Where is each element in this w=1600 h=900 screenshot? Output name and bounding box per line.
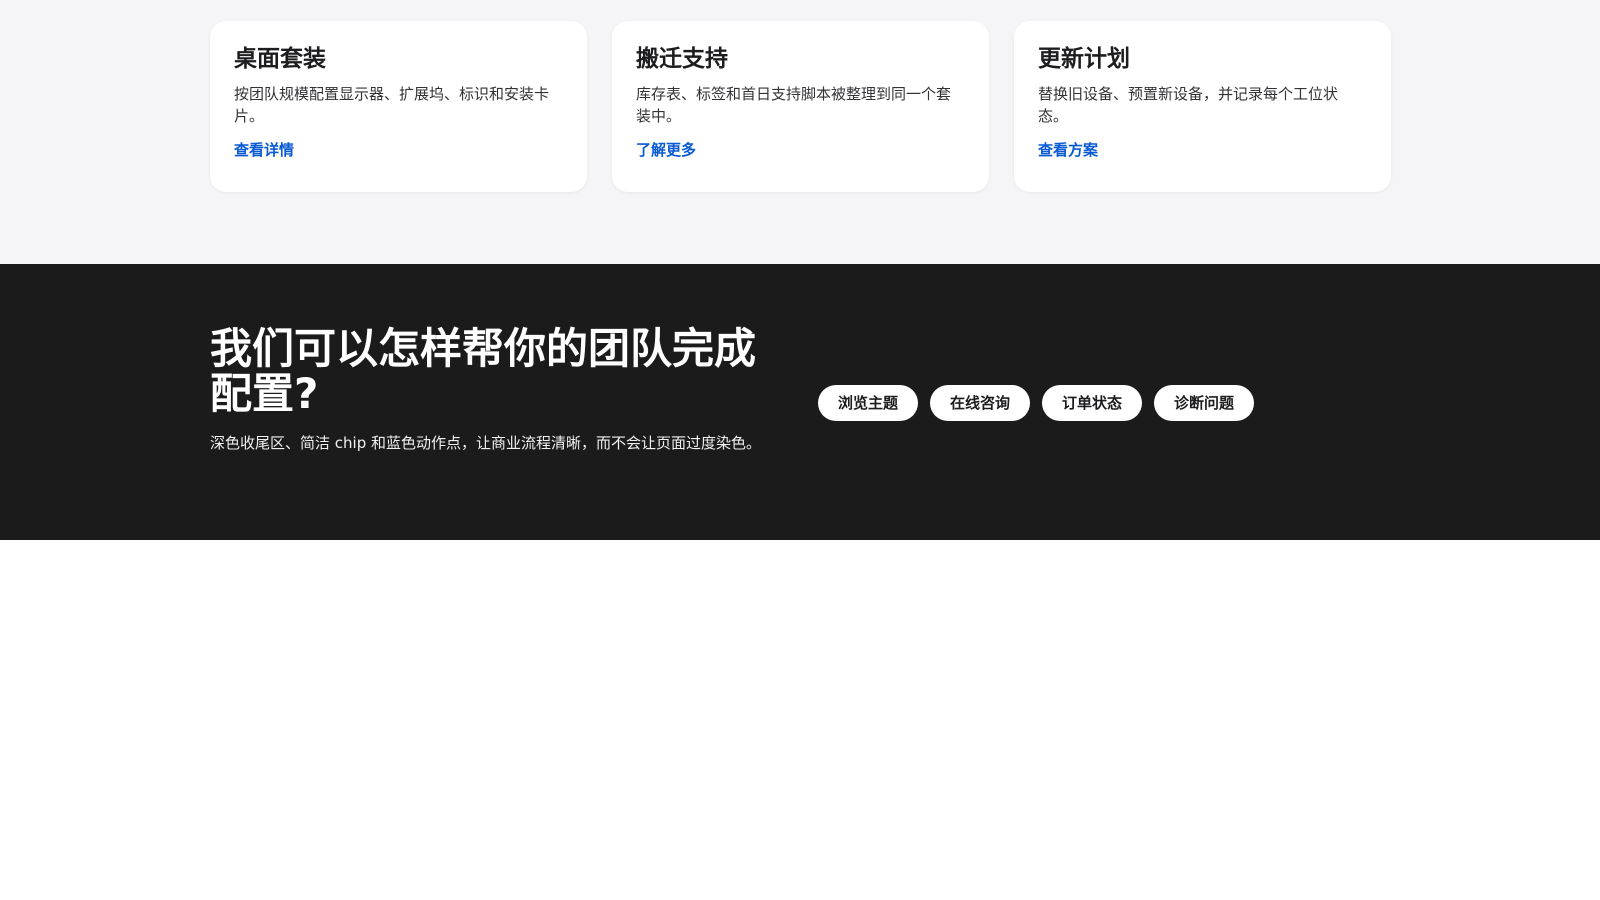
card-desktop-suite: 桌面套装 按团队规模配置显示器、扩展坞、标识和安装卡片。 查看详情 [210, 21, 587, 192]
learn-more-link[interactable]: 了解更多 [636, 139, 696, 161]
card-title: 桌面套装 [234, 46, 326, 72]
chip-browse-topics[interactable]: 浏览主题 [818, 385, 919, 421]
chip-diagnose-issue[interactable]: 诊断问题 [1154, 385, 1255, 421]
card-title: 更新计划 [1038, 46, 1130, 72]
cards-section: 桌面套装 按团队规模配置显示器、扩展坞、标识和安装卡片。 查看详情 搬迁支持 库… [0, 0, 1600, 264]
help-section: 我们可以怎样帮你的团队完成配置? 深色收尾区、简洁 chip 和蓝色动作点，让商… [0, 264, 1600, 540]
card-title: 搬迁支持 [636, 46, 728, 72]
card-description: 按团队规模配置显示器、扩展坞、标识和安装卡片。 [234, 85, 550, 125]
card-description: 库存表、标签和首日支持脚本被整理到同一个套装中。 [636, 85, 952, 125]
card-description: 替换旧设备、预置新设备，并记录每个工位状态。 [1038, 85, 1339, 125]
help-description: 深色收尾区、简洁 chip 和蓝色动作点，让商业流程清晰，而不会让页面过度染色。 [210, 434, 761, 452]
chip-order-status[interactable]: 订单状态 [1042, 385, 1143, 421]
help-chips: 浏览主题 在线咨询 订单状态 诊断问题 [818, 385, 1255, 421]
card-relocation-support: 搬迁支持 库存表、标签和首日支持脚本被整理到同一个套装中。 了解更多 [612, 21, 989, 192]
card-refresh-plan: 更新计划 替换旧设备、预置新设备，并记录每个工位状态。 查看方案 [1014, 21, 1391, 192]
view-plan-link[interactable]: 查看方案 [1038, 139, 1098, 161]
chip-online-consult[interactable]: 在线咨询 [930, 385, 1031, 421]
view-details-link[interactable]: 查看详情 [234, 139, 294, 161]
help-title: 我们可以怎样帮你的团队完成配置? [210, 324, 757, 418]
